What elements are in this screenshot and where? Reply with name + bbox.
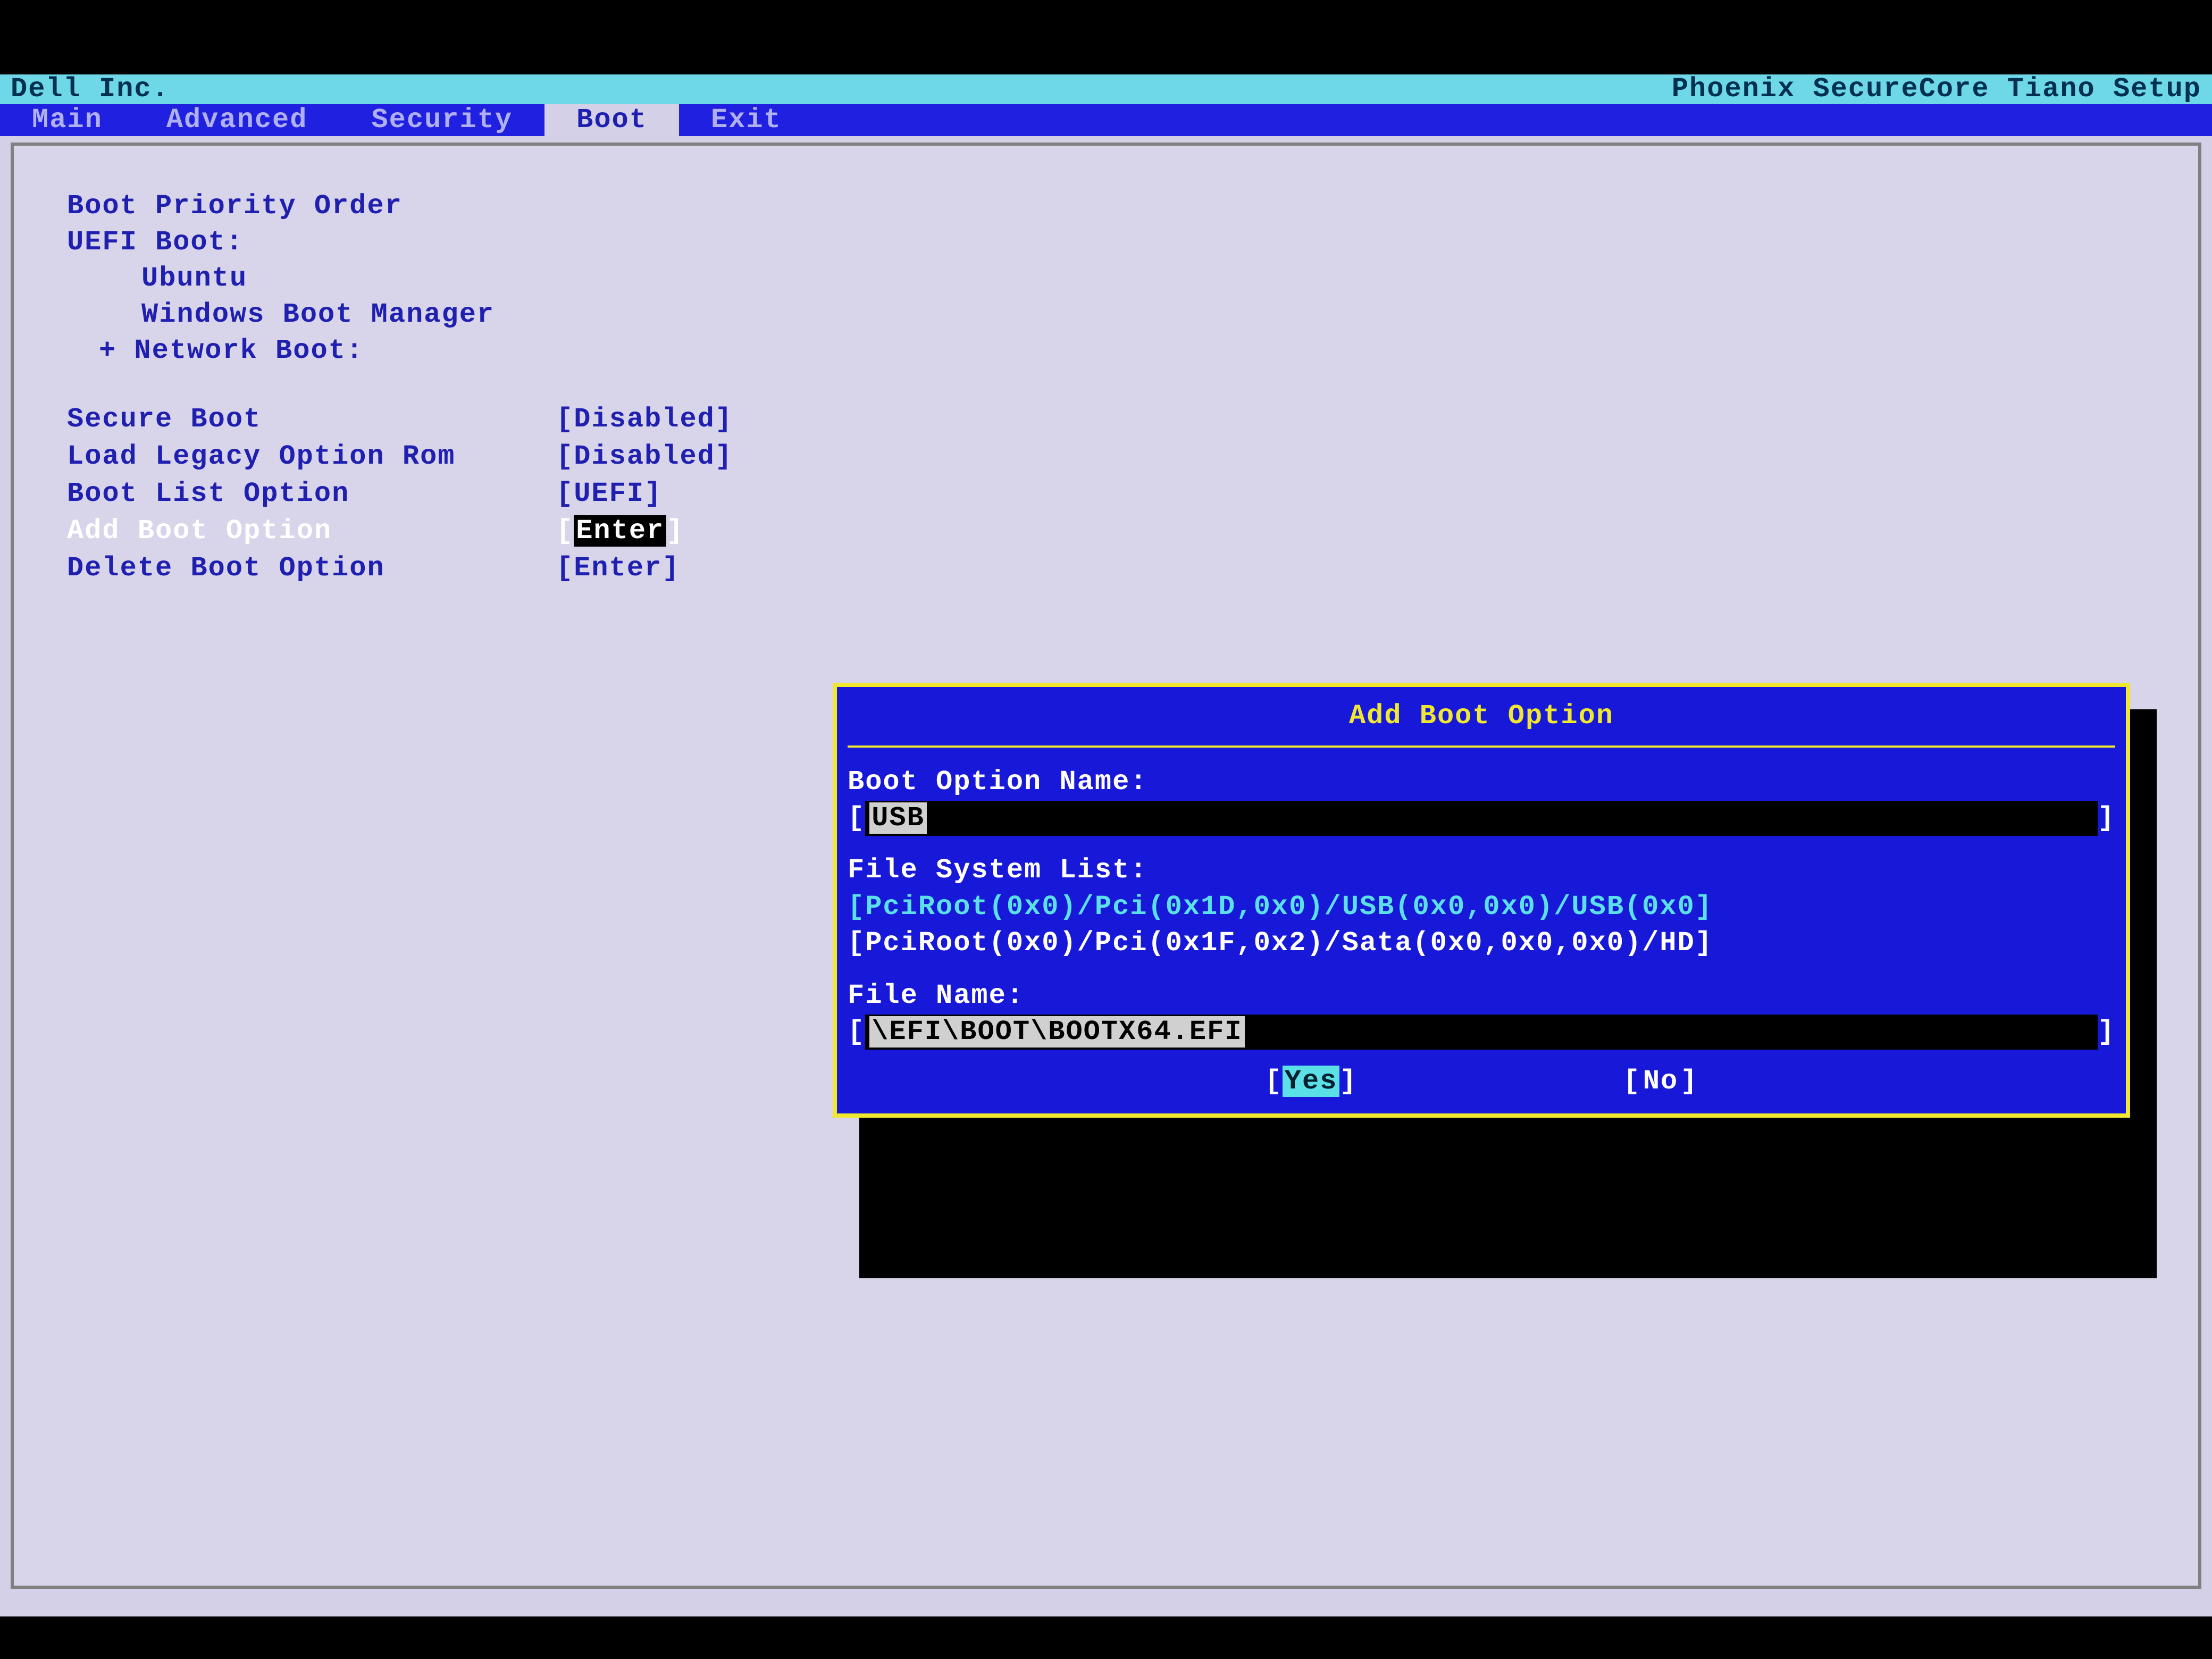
file-name-label: File Name:	[848, 977, 2115, 1015]
add-boot-dialog: Add Boot Option Boot Option Name: [USB] …	[833, 683, 2130, 1118]
setting-secure-boot[interactable]: Secure Boot [Disabled]	[67, 401, 2145, 438]
boot-name-label: Boot Option Name:	[848, 764, 2115, 801]
file-name-field[interactable]: [\EFI\BOOT\BOOTX64.EFI]	[848, 1015, 2115, 1050]
setting-label: Add Boot Option	[67, 513, 556, 550]
content-panel: Boot Priority Order UEFI Boot: Ubuntu Wi…	[11, 143, 2201, 1589]
fs-list-label: File System List:	[848, 852, 2115, 889]
setting-value: [Enter]	[556, 513, 684, 550]
bios-screen: Dell Inc. Phoenix SecureCore Tiano Setup…	[0, 74, 2212, 1616]
setting-label: Load Legacy Option Rom	[67, 438, 556, 475]
yes-button[interactable]: [Yes]	[1265, 1066, 1358, 1097]
setting-value: [UEFI]	[556, 475, 662, 513]
tab-security[interactable]: Security	[339, 104, 544, 136]
dialog-divider	[848, 745, 2115, 748]
no-button[interactable]: [No]	[1623, 1066, 1698, 1097]
settings-list: Secure Boot [Disabled] Load Legacy Optio…	[67, 401, 2145, 587]
setting-label: Delete Boot Option	[67, 550, 556, 587]
setting-value: [Disabled]	[556, 401, 733, 438]
setup-title: Phoenix SecureCore Tiano Setup	[1672, 76, 2201, 103]
tab-exit[interactable]: Exit	[679, 104, 814, 136]
setting-legacy-rom[interactable]: Load Legacy Option Rom [Disabled]	[67, 438, 2145, 475]
fs-item-sata[interactable]: [PciRoot(0x0)/Pci(0x1F,0x2)/Sata(0x0,0x0…	[848, 925, 2115, 961]
boot-item-windows[interactable]: Windows Boot Manager	[67, 297, 2145, 333]
setting-delete-boot[interactable]: Delete Boot Option [Enter]	[67, 550, 2145, 587]
boot-item-network[interactable]: + Network Boot:	[67, 333, 2145, 369]
boot-priority-heading: Boot Priority Order	[67, 188, 2145, 224]
vendor-name: Dell Inc.	[11, 76, 170, 103]
setting-value: [Disabled]	[556, 438, 733, 475]
tab-boot[interactable]: Boot	[544, 104, 679, 136]
menu-bar: Main Advanced Security Boot Exit	[0, 104, 2212, 136]
boot-name-field[interactable]: [USB]	[848, 801, 2115, 836]
tab-advanced[interactable]: Advanced	[135, 104, 340, 136]
setting-boot-list[interactable]: Boot List Option [UEFI]	[67, 475, 2145, 513]
uefi-boot-heading: UEFI Boot:	[67, 224, 2145, 261]
setting-label: Secure Boot	[67, 401, 556, 438]
dialog-title: Add Boot Option	[848, 698, 2115, 735]
dialog-buttons: [Yes] [No]	[848, 1066, 2115, 1097]
boot-item-ubuntu[interactable]: Ubuntu	[67, 261, 2145, 297]
tab-main[interactable]: Main	[0, 104, 135, 136]
setting-label: Boot List Option	[67, 475, 556, 513]
setting-add-boot[interactable]: Add Boot Option [Enter]	[67, 513, 2145, 550]
title-bar: Dell Inc. Phoenix SecureCore Tiano Setup	[0, 74, 2212, 104]
setting-value: [Enter]	[556, 550, 680, 587]
fs-item-usb[interactable]: [PciRoot(0x0)/Pci(0x1D,0x0)/USB(0x0,0x0)…	[848, 889, 2115, 925]
